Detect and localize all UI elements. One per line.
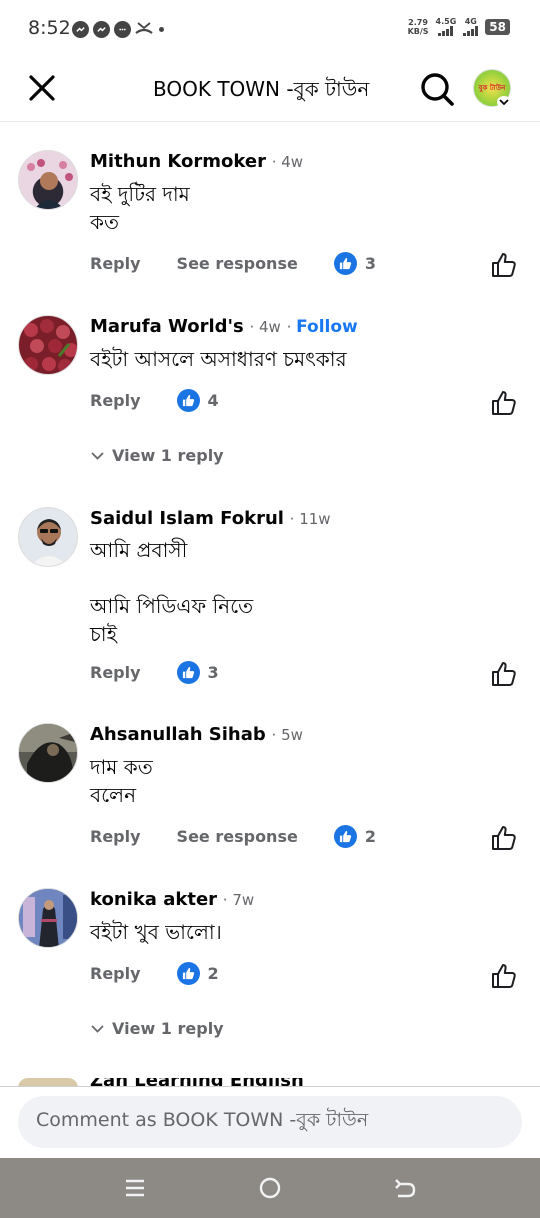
network-speed: 2.79 KB/S xyxy=(407,18,429,36)
comment-actions: Reply See response 2 xyxy=(90,825,376,848)
reply-button[interactable]: Reply xyxy=(90,663,141,682)
recent-apps-icon[interactable] xyxy=(122,1175,148,1201)
comment-actions: Reply See response 3 xyxy=(90,252,376,275)
avatar[interactable] xyxy=(18,507,78,567)
commenter-name[interactable]: Marufa World's xyxy=(90,316,244,337)
notification-icons xyxy=(72,19,164,39)
home-icon[interactable] xyxy=(257,1175,283,1201)
comment-time[interactable]: 4w xyxy=(259,318,281,336)
follow-button[interactable]: Follow xyxy=(296,317,358,337)
like-icon[interactable] xyxy=(490,389,518,417)
avatar[interactable] xyxy=(18,150,78,210)
comment-time[interactable]: 11w xyxy=(299,510,330,528)
chevron-down-icon xyxy=(91,452,104,460)
comment-input[interactable]: Comment as BOOK TOWN -বুক টাউন xyxy=(18,1096,522,1148)
like-icon[interactable] xyxy=(490,251,518,279)
more-notifications-icon xyxy=(159,26,164,32)
reaction-count[interactable]: 4 xyxy=(176,389,219,412)
close-icon[interactable] xyxy=(26,72,58,104)
avatar[interactable] xyxy=(18,888,78,948)
reply-button[interactable]: Reply xyxy=(90,964,141,983)
comment-text: বইটা আসলে অসাধারণ চমৎকার xyxy=(90,347,347,371)
avatar[interactable] xyxy=(18,723,78,783)
status-time: 8:52 xyxy=(28,17,71,39)
comment-composer-bar: Comment as BOOK TOWN -বুক টাউন xyxy=(0,1086,540,1158)
comment-header: Mithun Kormoker · 4w xyxy=(90,151,304,172)
reaction-count[interactable]: 2 xyxy=(176,962,219,985)
missed-call-icon xyxy=(135,19,153,39)
comment-actions: Reply 4 xyxy=(90,389,219,412)
comment-time[interactable]: 7w xyxy=(232,891,254,909)
commenter-name[interactable]: Saidul Islam Fokrul xyxy=(90,508,284,529)
like-reaction-icon xyxy=(176,962,200,985)
page-title: BOOK TOWN -বুক টাউন xyxy=(153,77,370,101)
signal-icon: 4.5G xyxy=(436,18,456,36)
see-response-button[interactable]: See response xyxy=(177,827,298,846)
comment-header: Saidul Islam Fokrul · 11w xyxy=(90,508,331,529)
signal-icon: 4G xyxy=(463,18,479,36)
like-reaction-icon xyxy=(176,661,200,684)
search-icon[interactable] xyxy=(418,70,456,108)
comment-header: Marufa World's · 4w · Follow xyxy=(90,316,358,337)
comment-text: বইটা খুব ভালো। xyxy=(90,920,222,944)
reaction-count[interactable]: 2 xyxy=(333,825,376,848)
status-indicators: 2.79 KB/S 4.5G 4G 58 xyxy=(408,18,510,36)
comment-time[interactable]: 4w xyxy=(281,153,303,171)
comment-time[interactable]: 5w xyxy=(281,726,303,744)
status-bar: 8:52 2.79 KB/S 4.5G 4G 58 xyxy=(0,0,540,58)
comment-actions: Reply 2 xyxy=(90,962,219,985)
header: BOOK TOWN -বুক টাউন বুক টাউন xyxy=(0,58,540,122)
battery-icon: 58 xyxy=(485,19,510,35)
like-icon[interactable] xyxy=(490,824,518,852)
back-icon[interactable] xyxy=(392,1175,418,1201)
messenger-icon xyxy=(93,20,110,38)
view-replies-button[interactable]: View 1 reply xyxy=(90,446,224,465)
comment-text: আমি প্রবাসী আমি পিডিএফ নিতে চাই xyxy=(90,538,254,646)
avatar[interactable] xyxy=(18,315,78,375)
view-replies-button[interactable]: View 1 reply xyxy=(90,1019,224,1038)
commenter-name[interactable]: konika akter xyxy=(90,889,217,910)
comment-header: Ahsanullah Sihab · 5w xyxy=(90,724,303,745)
chevron-down-icon xyxy=(91,1025,104,1033)
reaction-count[interactable]: 3 xyxy=(176,661,219,684)
system-nav-bar xyxy=(0,1158,540,1218)
chevron-down-icon[interactable] xyxy=(497,96,511,108)
comment-actions: Reply 3 xyxy=(90,661,219,684)
like-reaction-icon xyxy=(333,252,357,275)
comment-text: বই দুটির দাম কত xyxy=(90,182,190,234)
messenger-icon xyxy=(72,20,89,38)
comment-text: দাম কত বলেন xyxy=(90,755,153,807)
commenter-name[interactable]: Ahsanullah Sihab xyxy=(90,724,266,745)
like-icon[interactable] xyxy=(490,660,518,688)
reply-button[interactable]: Reply xyxy=(90,254,141,273)
commenter-name[interactable]: Mithun Kormoker xyxy=(90,151,266,172)
chat-icon xyxy=(114,20,131,38)
reply-button[interactable]: Reply xyxy=(90,391,141,410)
like-reaction-icon xyxy=(176,389,200,412)
comment-header: konika akter · 7w xyxy=(90,889,255,910)
see-response-button[interactable]: See response xyxy=(177,254,298,273)
like-icon[interactable] xyxy=(490,962,518,990)
like-reaction-icon xyxy=(333,825,357,848)
reaction-count[interactable]: 3 xyxy=(333,252,376,275)
reply-button[interactable]: Reply xyxy=(90,827,141,846)
